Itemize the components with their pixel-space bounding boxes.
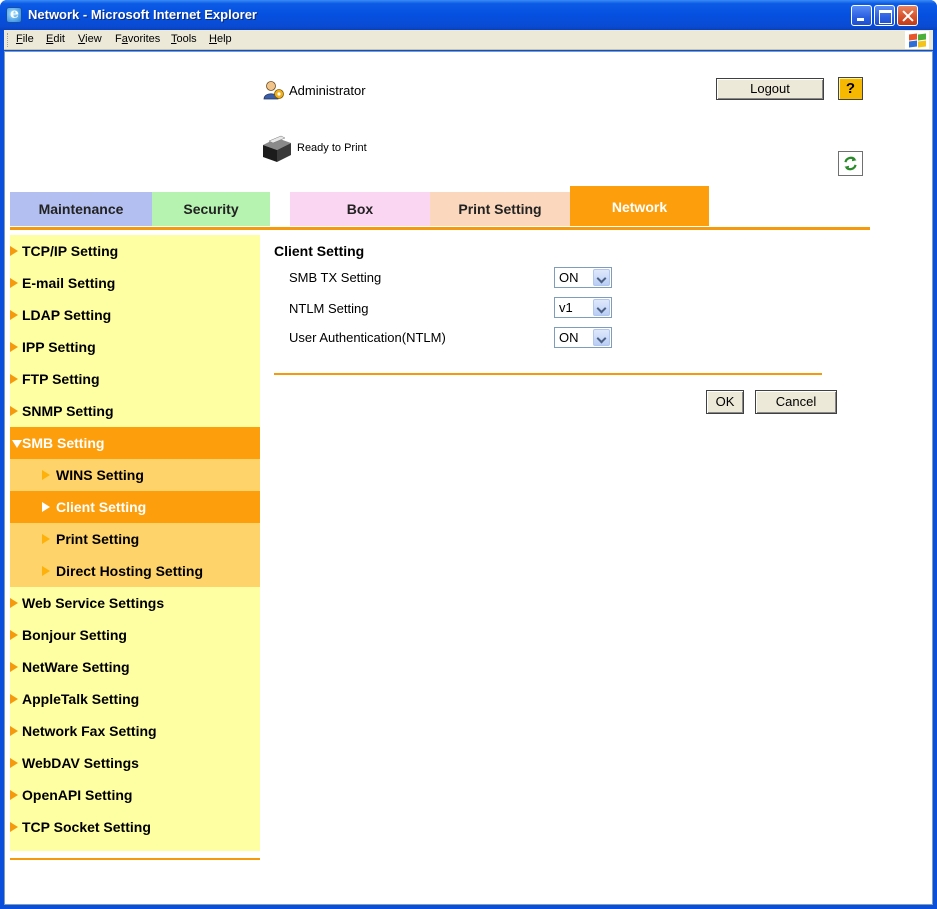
chevron-down-icon bbox=[593, 329, 610, 346]
arrow-right-icon bbox=[10, 726, 18, 736]
administrator-icon bbox=[263, 81, 284, 100]
menu-file[interactable]: File bbox=[16, 33, 34, 45]
toolbar-grip bbox=[7, 33, 10, 47]
main-tabs: Maintenance Security Box Print Setting N… bbox=[10, 186, 710, 226]
arrow-right-icon bbox=[10, 662, 18, 672]
sidebar-item-web-service[interactable]: Web Service Settings bbox=[10, 587, 260, 619]
sidebar-item-tcp-socket[interactable]: TCP Socket Setting bbox=[10, 811, 260, 843]
arrow-right-icon bbox=[10, 406, 18, 416]
maximize-button[interactable] bbox=[874, 5, 895, 26]
arrow-right-icon bbox=[10, 694, 18, 704]
ie-icon bbox=[6, 6, 22, 23]
help-button[interactable]: ? bbox=[838, 77, 863, 100]
chevron-down-icon bbox=[593, 269, 610, 286]
ntlm-setting-label: NTLM Setting bbox=[289, 301, 369, 316]
sidebar-item-openapi[interactable]: OpenAPI Setting bbox=[10, 779, 260, 811]
section-title: Client Setting bbox=[274, 243, 365, 259]
sidebar: TCP/IP Setting E-mail Setting LDAP Setti… bbox=[10, 235, 260, 851]
menu-tools[interactable]: Tools bbox=[171, 33, 197, 45]
arrow-down-icon bbox=[12, 440, 22, 448]
user-role-label: Administrator bbox=[289, 83, 366, 98]
refresh-icon[interactable] bbox=[838, 151, 863, 176]
form-divider bbox=[274, 373, 822, 375]
sidebar-item-webdav[interactable]: WebDAV Settings bbox=[10, 747, 260, 779]
arrow-right-icon bbox=[42, 534, 50, 544]
device-status: Ready to Print bbox=[297, 142, 367, 154]
sidebar-item-snmp[interactable]: SNMP Setting bbox=[10, 395, 260, 427]
sidebar-divider bbox=[10, 858, 260, 860]
arrow-right-icon bbox=[42, 566, 50, 576]
arrow-right-icon bbox=[10, 342, 18, 352]
arrow-right-icon bbox=[42, 502, 50, 512]
ntlm-setting-select[interactable]: v1 bbox=[554, 297, 612, 318]
tab-network[interactable]: Network bbox=[570, 186, 709, 226]
arrow-right-icon bbox=[10, 630, 18, 640]
minimize-button[interactable] bbox=[851, 5, 872, 26]
chevron-down-icon bbox=[593, 299, 610, 316]
logout-button[interactable]: Logout bbox=[716, 78, 824, 100]
sidebar-item-email[interactable]: E-mail Setting bbox=[10, 267, 260, 299]
sidebar-item-ftp[interactable]: FTP Setting bbox=[10, 363, 260, 395]
sidebar-item-smb[interactable]: SMB Setting bbox=[10, 427, 260, 459]
sidebar-subitem-wins[interactable]: WINS Setting bbox=[10, 459, 260, 491]
user-auth-ntlm-label: User Authentication(NTLM) bbox=[289, 330, 446, 345]
ok-button[interactable]: OK bbox=[706, 390, 744, 414]
menu-help[interactable]: Help bbox=[209, 33, 232, 45]
arrow-right-icon bbox=[10, 822, 18, 832]
arrow-right-icon bbox=[10, 278, 18, 288]
arrow-right-icon bbox=[10, 758, 18, 768]
sidebar-item-tcpip[interactable]: TCP/IP Setting bbox=[10, 235, 260, 267]
windows-logo-icon bbox=[905, 31, 929, 49]
tab-print-setting[interactable]: Print Setting bbox=[430, 192, 570, 226]
arrow-right-icon bbox=[10, 246, 18, 256]
sidebar-item-ipp[interactable]: IPP Setting bbox=[10, 331, 260, 363]
tab-box[interactable]: Box bbox=[290, 192, 430, 226]
arrow-right-icon bbox=[10, 310, 18, 320]
close-button[interactable] bbox=[897, 5, 918, 26]
cancel-button[interactable]: Cancel bbox=[755, 390, 837, 414]
menu-bar: File Edit View Favorites Tools Help bbox=[4, 30, 933, 50]
arrow-right-icon bbox=[10, 374, 18, 384]
arrow-right-icon bbox=[10, 598, 18, 608]
arrow-right-icon bbox=[42, 470, 50, 480]
sidebar-subitem-direct-hosting[interactable]: Direct Hosting Setting bbox=[10, 555, 260, 587]
menu-view[interactable]: View bbox=[78, 33, 102, 45]
smb-tx-setting-label: SMB TX Setting bbox=[289, 270, 382, 285]
sidebar-item-bonjour[interactable]: Bonjour Setting bbox=[10, 619, 260, 651]
tab-underline bbox=[10, 227, 870, 230]
sidebar-item-ldap[interactable]: LDAP Setting bbox=[10, 299, 260, 331]
smb-tx-setting-select[interactable]: ON bbox=[554, 267, 612, 288]
tab-maintenance[interactable]: Maintenance bbox=[10, 192, 152, 226]
window-title: Network - Microsoft Internet Explorer bbox=[28, 7, 257, 22]
sidebar-item-netware[interactable]: NetWare Setting bbox=[10, 651, 260, 683]
sidebar-item-network-fax[interactable]: Network Fax Setting bbox=[10, 715, 260, 747]
printer-icon bbox=[263, 135, 291, 162]
sidebar-subitem-client[interactable]: Client Setting bbox=[10, 491, 260, 523]
title-bar[interactable]: Network - Microsoft Internet Explorer bbox=[0, 0, 937, 30]
tab-security[interactable]: Security bbox=[152, 192, 270, 226]
menu-edit[interactable]: Edit bbox=[46, 33, 65, 45]
arrow-right-icon bbox=[10, 790, 18, 800]
user-auth-ntlm-select[interactable]: ON bbox=[554, 327, 612, 348]
menu-favorites[interactable]: Favorites bbox=[115, 33, 160, 45]
sidebar-item-appletalk[interactable]: AppleTalk Setting bbox=[10, 683, 260, 715]
sidebar-subitem-print[interactable]: Print Setting bbox=[10, 523, 260, 555]
